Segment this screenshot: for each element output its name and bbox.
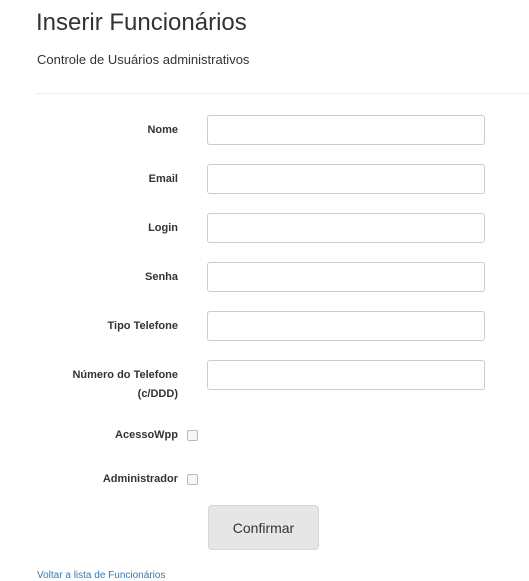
page-subtitle: Controle de Usuários administrativos — [37, 52, 250, 67]
password-input[interactable] — [207, 262, 485, 292]
page-title: Inserir Funcionários — [36, 9, 247, 36]
name-label: Nome — [147, 124, 178, 136]
name-input[interactable] — [207, 115, 485, 145]
login-label: Login — [148, 222, 178, 234]
acessowpp-checkbox[interactable] — [187, 430, 198, 441]
phone-number-label-line1: Número do Telefone — [72, 369, 178, 381]
phone-number-label: Número do Telefone (c/DDD) — [72, 366, 178, 404]
phone-type-input[interactable] — [207, 311, 485, 341]
administrador-checkbox[interactable] — [187, 474, 198, 485]
email-input[interactable] — [207, 164, 485, 194]
password-label: Senha — [144, 271, 178, 283]
phone-type-label: Tipo Telefone — [107, 320, 179, 332]
administrador-label: Administrador — [102, 473, 178, 485]
confirm-button[interactable]: Confirmar — [208, 505, 319, 550]
phone-number-input[interactable] — [207, 360, 485, 390]
header-divider — [36, 93, 529, 94]
login-input[interactable] — [207, 213, 485, 243]
phone-number-label-line2: (c/DDD) — [137, 388, 178, 400]
email-label: Email — [148, 173, 178, 185]
back-to-employees-link[interactable]: Voltar a lista de Funcionários — [37, 570, 165, 581]
acessowpp-label: AcessoWpp — [115, 429, 178, 441]
